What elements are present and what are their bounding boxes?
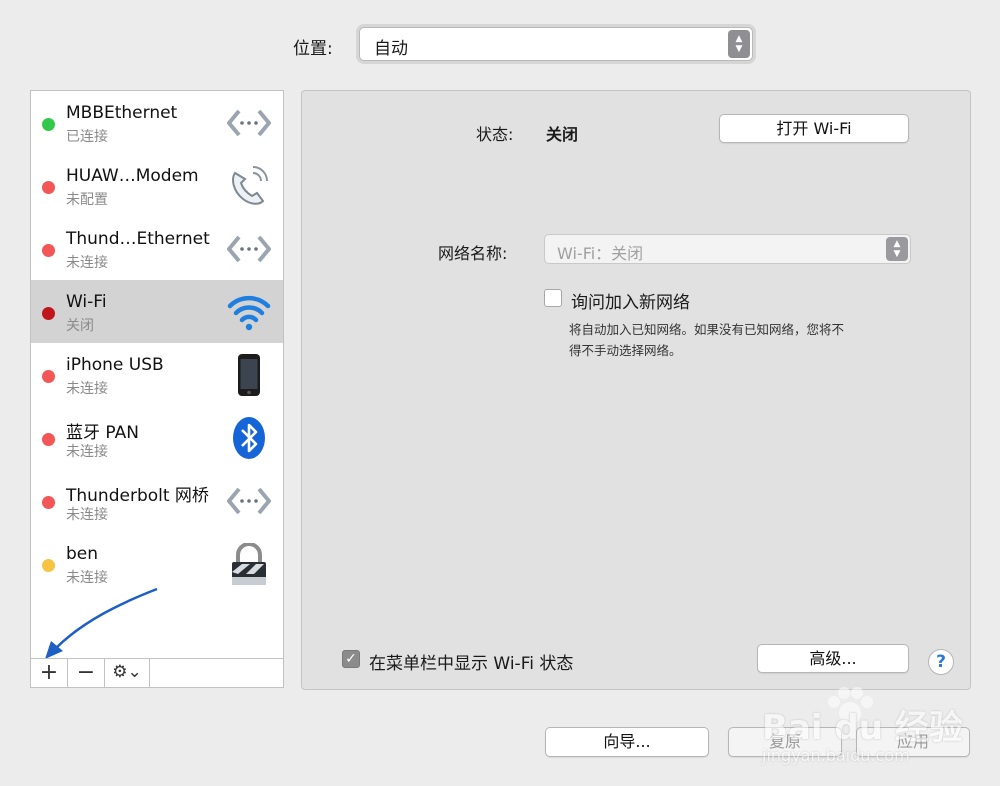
show-in-menubar-label: 在菜单栏中显示 Wi-Fi 状态 [369,654,574,674]
status-label: 状态: [476,125,514,144]
service-status: 未配置 [66,192,108,208]
location-value: 自动 [374,39,408,59]
updown-arrows-icon: ▲ ▼ [886,237,908,261]
ethernet-icon [227,487,271,515]
service-item-wifi[interactable]: Wi-Fi 关闭 [31,280,283,343]
apply-button[interactable]: 应用 [856,727,970,757]
service-item-bluetooth-pan[interactable]: 蓝牙 PAN 未连接 [31,406,283,469]
show-in-menubar-checkbox[interactable]: ✓ [342,650,360,668]
remove-service-button[interactable]: − [68,659,105,687]
status-dot [42,181,55,194]
service-list: MBBEthernet 已连接 HUAW…Modem 未配置 Thund…Eth… [30,90,284,659]
status-dot [42,559,55,572]
service-status: 未连接 [66,444,108,460]
sidebar-toolbar: + − ⚙︎⌄ [30,658,284,688]
service-name: 蓝牙 PAN [66,423,139,443]
service-status: 未连接 [66,507,108,523]
service-name: Thund…Ethernet [66,229,210,249]
network-name-value: Wi-Fi：关闭 [557,244,644,263]
service-item-iphone-usb[interactable]: iPhone USB 未连接 [31,343,283,406]
service-status: 未连接 [66,255,108,271]
service-name: Wi-Fi [66,292,107,312]
annotation-arrow [45,587,158,658]
updown-arrows-icon: ▲ ▼ [728,30,750,58]
turn-on-wifi-button[interactable]: 打开 Wi-Fi [719,114,909,143]
assistant-button[interactable]: 向导... [545,727,709,757]
service-name: iPhone USB [66,355,164,375]
paw-logo-icon [828,687,873,724]
network-name-select[interactable]: Wi-Fi：关闭 ▲ ▼ [544,234,911,264]
service-status: 关闭 [66,318,94,334]
location-label: 位置: [293,39,333,59]
ask-join-description-line1: 将自动加入已知网络。如果没有已知网络，您将不 [569,322,845,337]
bluetooth-icon [233,417,265,459]
service-name: HUAW…Modem [66,166,199,186]
advanced-button[interactable]: 高级... [757,644,909,673]
location-select[interactable]: 自动 ▲ ▼ [359,27,753,61]
iphone-icon [238,354,260,396]
service-item-huawei-modem[interactable]: HUAW…Modem 未配置 [31,154,283,217]
lock-icon [232,543,266,585]
status-dot [42,307,55,320]
status-dot [42,118,55,131]
status-dot [42,370,55,383]
gear-menu-button[interactable]: ⚙︎⌄ [105,659,150,687]
revert-button[interactable]: 复原 [728,727,842,757]
ask-join-checkbox[interactable] [544,289,562,307]
service-name: ben [66,544,99,564]
service-name: MBBEthernet [66,103,178,123]
service-item-mbbethernet[interactable]: MBBEthernet 已连接 [31,91,283,154]
status-dot [42,244,55,257]
wifi-settings-panel [301,90,971,690]
service-status: 未连接 [66,381,108,397]
service-status: 已连接 [66,129,108,145]
status-value: 关闭 [546,125,579,144]
status-dot [42,496,55,509]
network-name-label: 网络名称: [438,244,508,263]
status-dot [42,433,55,446]
help-button[interactable]: ? [928,649,954,675]
service-item-thunderbolt-ethernet[interactable]: Thund…Ethernet 未连接 [31,217,283,280]
ethernet-icon [227,109,271,137]
ask-join-description-line2: 得不手动选择网络。 [569,343,682,358]
service-name: Thunderbolt 网桥 [66,486,209,506]
phone-modem-icon [232,166,268,205]
service-item-thunderbolt-bridge[interactable]: Thunderbolt 网桥 未连接 [31,469,283,532]
wifi-icon [227,295,271,331]
ask-join-label: 询问加入新网络 [571,293,690,313]
ethernet-icon [227,235,271,263]
add-service-button[interactable]: + [31,659,68,687]
